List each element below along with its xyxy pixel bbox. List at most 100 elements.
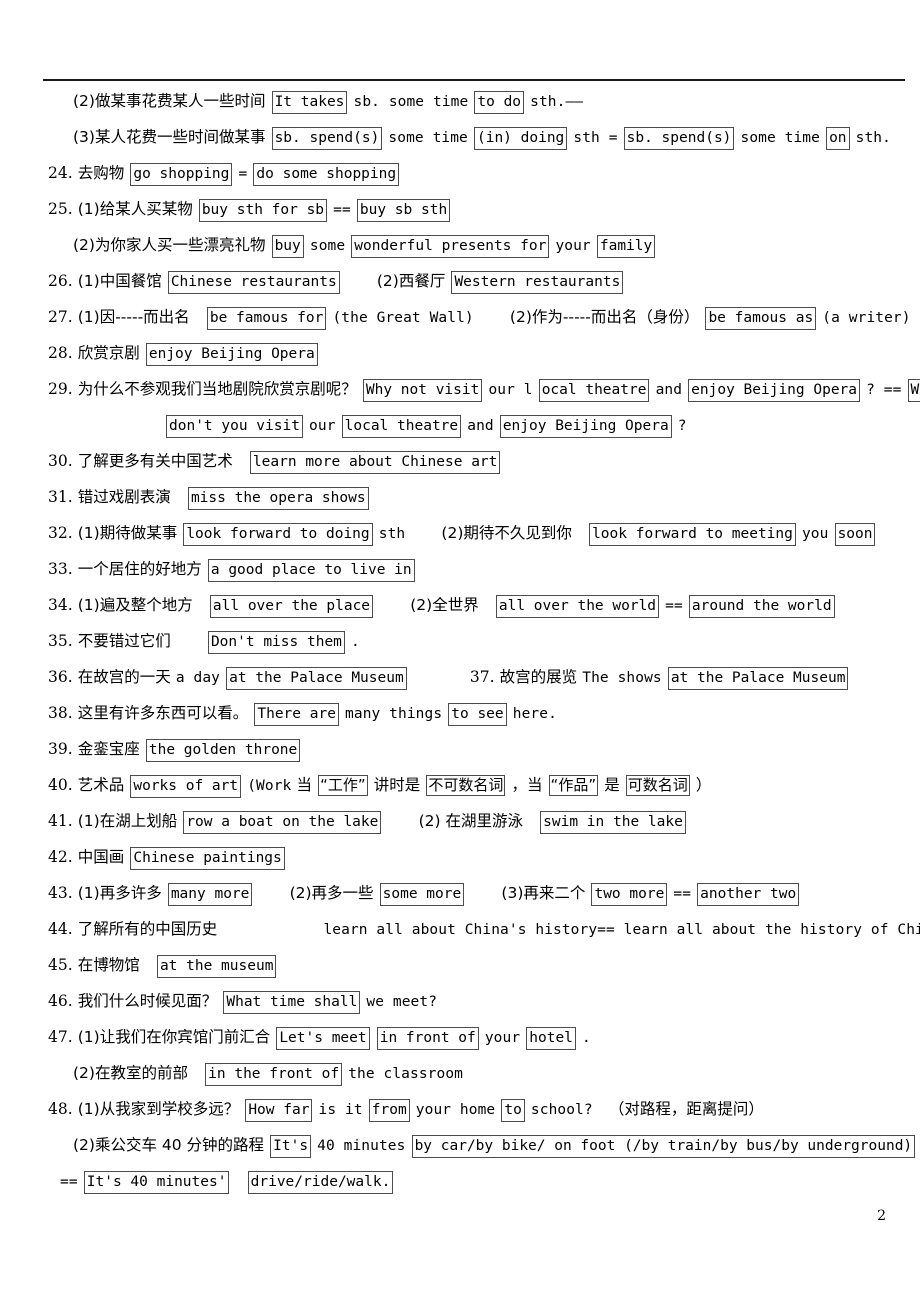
answer-box: Don't miss them bbox=[207, 631, 345, 654]
chinese-text: (3)再来二个 bbox=[501, 884, 586, 902]
chinese-text: (2) 在湖里游泳 bbox=[418, 812, 523, 830]
answer-box: from bbox=[368, 1099, 410, 1122]
answer-box: to do bbox=[474, 91, 525, 114]
english-text: == bbox=[673, 886, 692, 902]
item-number: 31. bbox=[48, 488, 73, 506]
chinese-text: 欣赏京剧 bbox=[77, 344, 140, 362]
item-number: 47. bbox=[48, 1028, 73, 1046]
english-text: (a writer) bbox=[822, 310, 911, 326]
answer-box: family bbox=[596, 235, 656, 258]
chinese-text: (2)再多一些 bbox=[289, 884, 374, 902]
english-text: sth = bbox=[573, 130, 618, 146]
answer-box: It's bbox=[270, 1135, 312, 1158]
chinese-text: ，当 bbox=[511, 776, 543, 794]
english-text: our bbox=[309, 418, 336, 434]
document-line: 32. (1)期待做某事 look forward to doing sth (… bbox=[48, 520, 910, 556]
answer-box: on bbox=[826, 127, 850, 150]
item-number: 44. bbox=[48, 920, 73, 938]
item-number: 34. bbox=[48, 596, 73, 614]
answer-box: by car/by bike/ on foot (/by train/by bu… bbox=[411, 1135, 916, 1158]
chinese-text: (2)在教室的前部 bbox=[73, 1064, 188, 1082]
answer-box: two more bbox=[591, 883, 668, 906]
answer-box: There are bbox=[254, 703, 339, 726]
english-text: sb. some time bbox=[353, 94, 469, 110]
line-32: 32. (1)期待做某事 look forward to doing sth (… bbox=[48, 520, 876, 546]
line-38: 38. 这里有许多东西可以看。 There are many things to… bbox=[48, 700, 557, 726]
document-line: 45. 在博物馆 at the museum bbox=[48, 952, 910, 988]
answer-box: buy sth for sb bbox=[198, 199, 328, 222]
answer-box: in front of bbox=[376, 1027, 479, 1050]
answer-box: the golden throne bbox=[145, 739, 301, 762]
item-number: 37. bbox=[469, 668, 495, 686]
line-41: 41. (1)在湖上划船 row a boat on the lake (2) … bbox=[48, 808, 687, 834]
document-line: 24. 去购物 go shopping = do some shopping bbox=[48, 160, 910, 196]
chinese-text: 中国画 bbox=[77, 848, 125, 866]
english-text: and bbox=[655, 382, 683, 398]
line-35: 35. 不要错过它们 Don't miss them . bbox=[48, 628, 360, 654]
item-number: 42. bbox=[48, 848, 73, 866]
english-text: == bbox=[60, 1174, 78, 1190]
answer-box: enjoy Beijing Opera bbox=[145, 343, 318, 366]
answer-box: works of art bbox=[130, 775, 242, 798]
item-number: 27. bbox=[48, 308, 73, 326]
document-line: 27. (1)因-----而出名 be famous for (the Grea… bbox=[48, 304, 911, 340]
item-number: 45. bbox=[48, 956, 73, 974]
answer-box: don't you visit bbox=[166, 415, 303, 438]
line-40: 40. 艺术品 works of art (Work 当 “工作” 讲时是 不可… bbox=[48, 772, 712, 798]
english-text: here. bbox=[512, 706, 557, 722]
item-number: 26. bbox=[48, 272, 73, 290]
chinese-text: (1)再多许多 bbox=[77, 884, 162, 902]
answer-box: buy bbox=[271, 235, 304, 258]
answer-box: Western restaurants bbox=[451, 271, 624, 294]
answer-box: all over the place bbox=[209, 595, 374, 618]
english-text: == bbox=[333, 202, 351, 218]
answer-box: sb. spend(s) bbox=[271, 127, 383, 150]
document-line: (2)做某事花费某人一些时间 It takes sb. some time to… bbox=[48, 88, 910, 124]
answer-box: wonderful presents for bbox=[351, 235, 550, 258]
document-line: 34. (1)遍及整个地方 all over the place (2)全世界 … bbox=[48, 592, 910, 628]
line-46: 46. 我们什么时候见面？ What time shall we meet? bbox=[48, 988, 437, 1014]
chinese-text: 故宫的展览 bbox=[499, 668, 578, 686]
chinese-text: (1)让我们在你宾馆门前汇合 bbox=[77, 1028, 271, 1046]
english-text: . bbox=[351, 634, 360, 650]
document-line: 28. 欣赏京剧 enjoy Beijing Opera bbox=[48, 340, 910, 376]
chinese-text: 不要错过它们 bbox=[77, 632, 171, 650]
answer-box: Let's meet bbox=[276, 1027, 370, 1050]
document-line: 29. 为什么不参观我们当地剧院欣赏京剧呢？ Why not visit our… bbox=[48, 376, 920, 412]
answer-box: to bbox=[501, 1099, 525, 1122]
answer-box: It's 40 minutes' bbox=[83, 1171, 230, 1194]
line-48-1: 48. (1)从我家到学校多远？ How far is it from your… bbox=[48, 1096, 764, 1122]
answer-box: at the museum bbox=[156, 955, 277, 978]
item-number: 25. bbox=[48, 200, 73, 218]
line-34: 34. (1)遍及整个地方 all over the place (2)全世界 … bbox=[48, 592, 836, 618]
english-text: school? bbox=[530, 1102, 593, 1118]
line-29-b: don't you visit our local theatre and en… bbox=[48, 412, 687, 438]
chinese-text: 我们什么时候见面？ bbox=[77, 992, 218, 1010]
line-26: 26. (1)中国餐馆 Chinese restaurants (2)西餐厅 W… bbox=[48, 268, 624, 294]
line-45: 45. 在博物馆 at the museum bbox=[48, 952, 277, 978]
document-line: 30. 了解更多有关中国艺术 learn more about Chinese … bbox=[48, 448, 910, 484]
answer-box: miss the opera shows bbox=[187, 487, 369, 510]
english-text: learn all about China's history== learn … bbox=[323, 922, 920, 938]
item-number: 29. bbox=[48, 380, 73, 398]
answer-box: enjoy Beijing Opera bbox=[499, 415, 672, 438]
answer-box: “工作” bbox=[318, 775, 368, 796]
document-line: 48. (1)从我家到学校多远？ How far is it from your… bbox=[48, 1096, 910, 1132]
item-number: 43. bbox=[48, 884, 73, 902]
chinese-text: (2)为你家人买一些漂亮礼物 bbox=[73, 236, 266, 254]
line-48-2: (2)乘公交车 40 分钟的路程 It's 40 minutes by car/… bbox=[48, 1132, 916, 1158]
chinese-text: 错过戏剧表演 bbox=[77, 488, 171, 506]
english-text: (the Great Wall) bbox=[332, 310, 474, 326]
item-number: 40. bbox=[48, 776, 73, 794]
answer-box: buy sb sth bbox=[356, 199, 451, 222]
english-text: you bbox=[801, 526, 829, 542]
line-39: 39. 金銮宝座 the golden throne bbox=[48, 736, 301, 762]
line-43: 43. (1)再多许多 many more (2)再多一些 some more … bbox=[48, 880, 800, 906]
document-line: 39. 金銮宝座 the golden throne bbox=[48, 736, 910, 772]
chinese-text: 金銮宝座 bbox=[77, 740, 140, 758]
answer-box: sb. spend(s) bbox=[623, 127, 735, 150]
item-number: 46. bbox=[48, 992, 73, 1010]
line-27: 27. (1)因-----而出名 be famous for (the Grea… bbox=[48, 304, 911, 330]
chinese-text: ） bbox=[695, 776, 712, 794]
english-text: 40 minutes bbox=[317, 1138, 406, 1154]
